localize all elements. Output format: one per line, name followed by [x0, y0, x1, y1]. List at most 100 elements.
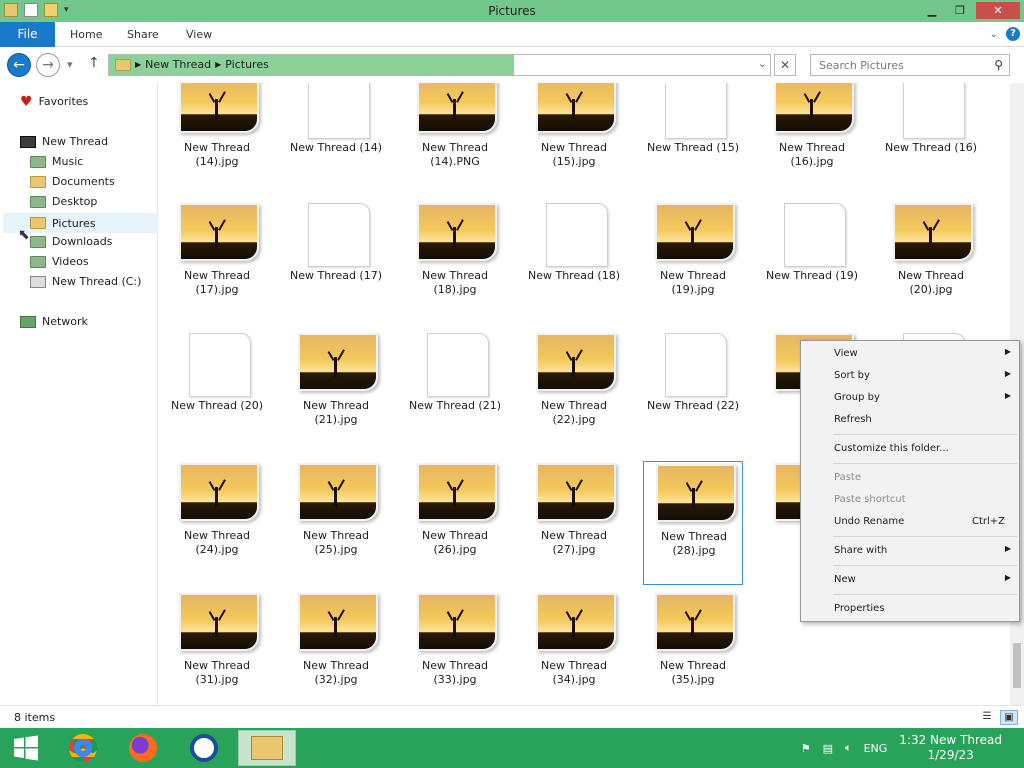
file-item[interactable]: New Thread (21).jpg [286, 331, 386, 455]
menu-item-new[interactable]: New ▶ [803, 569, 1017, 591]
file-item[interactable]: New Thread (34).jpg [524, 591, 624, 705]
firefox-taskbar-button[interactable] [117, 730, 169, 766]
file-explorer-taskbar-button[interactable] [238, 730, 296, 766]
start-button[interactable] [0, 730, 52, 766]
file-item[interactable]: New Thread (26).jpg [405, 461, 505, 585]
maximize-button[interactable]: ❐ [948, 2, 972, 19]
file-item[interactable]: New Thread (18).jpg [405, 201, 505, 325]
image-thumbnail [179, 593, 265, 657]
breadcrumb-new-thread[interactable]: New Thread [145, 58, 211, 71]
file-item[interactable]: New Thread (19).jpg [643, 201, 743, 325]
file-item[interactable]: New Thread (31).jpg [167, 591, 267, 705]
nav-desktop[interactable]: Desktop [30, 195, 97, 208]
search-icon[interactable]: ⚲ [994, 58, 1003, 72]
file-name-line1: New Thread [184, 529, 250, 542]
nav-this-pc[interactable]: New Thread [20, 135, 108, 148]
chrome-taskbar-button[interactable] [57, 730, 109, 766]
file-name: New Thread (17).jpg [159, 269, 277, 297]
menu-item-group-by[interactable]: Group by ▶ [803, 387, 1017, 409]
menu-item-paste-shortcut: Paste shortcut [803, 489, 1017, 511]
minimize-button[interactable]: ▁ [920, 2, 944, 19]
file-item[interactable]: New Thread (21) [405, 331, 505, 455]
menu-item-label: Sort by [834, 370, 870, 381]
image-thumbnail [179, 463, 265, 527]
tab-share[interactable]: Share [127, 28, 159, 41]
file-item[interactable]: New Thread (17).jpg [167, 201, 267, 325]
flag-icon[interactable]: ⚑ [801, 742, 811, 755]
file-tab[interactable]: File [0, 22, 55, 47]
image-thumbnail [417, 83, 503, 139]
recent-locations-icon[interactable]: ▾ [67, 58, 73, 71]
file-name-line1: New Thread [303, 529, 369, 542]
file-item[interactable]: New Thread (25).jpg [286, 461, 386, 585]
file-item[interactable]: New Thread (14).jpg [167, 83, 267, 197]
nav-documents[interactable]: Documents [30, 175, 115, 188]
network-status-icon[interactable]: ▤ [823, 742, 833, 755]
file-item[interactable]: New Thread (15) [643, 83, 743, 197]
close-icon[interactable]: ✕ [774, 54, 796, 76]
file-item[interactable]: New Thread (15).jpg [524, 83, 624, 197]
file-item[interactable]: New Thread (35).jpg [643, 591, 743, 705]
tab-home[interactable]: Home [70, 28, 102, 41]
file-name: New Thread (21).jpg [276, 399, 396, 427]
file-item[interactable]: New Thread (22) [643, 331, 743, 455]
image-thumbnail [536, 463, 622, 527]
file-item[interactable]: New Thread (14).PNG [405, 83, 505, 197]
address-bar[interactable]: ▶ New Thread ▶ Pictures ⌄ [108, 54, 771, 76]
nav-network[interactable]: Network [20, 315, 88, 328]
file-item[interactable]: New Thread (27).jpg [524, 461, 624, 585]
file-item[interactable]: New Thread (14) [286, 83, 386, 197]
file-item[interactable]: New Thread (16).jpg [762, 83, 862, 197]
file-name-line1: New Thread [422, 141, 488, 154]
nav-videos[interactable]: Videos [30, 255, 89, 268]
search-placeholder: Search Pictures [819, 59, 904, 72]
menu-item-undo-rename[interactable]: Undo Rename Ctrl+Z [803, 511, 1017, 533]
file-item[interactable]: New Thread (28).jpg [643, 461, 743, 585]
nav-drive-c[interactable]: New Thread (C:) [30, 275, 141, 288]
file-item[interactable]: New Thread (19) [762, 201, 862, 325]
clock-time: 1:32 New Thread [899, 733, 1002, 747]
back-button[interactable]: ← [7, 53, 31, 77]
volume-icon[interactable]: 🔈︎ [845, 741, 852, 755]
menu-item-refresh[interactable]: Refresh [803, 409, 1017, 431]
nav-favorites[interactable]: ♥ Favorites [20, 95, 88, 109]
menu-item-label: Share with [834, 545, 888, 556]
chevron-down-icon[interactable]: ⌄ [758, 57, 767, 70]
file-item[interactable]: New Thread (33).jpg [405, 591, 505, 705]
file-name-line1: New Thread [184, 659, 250, 672]
up-arrow-icon[interactable]: ↑ [88, 55, 100, 71]
expand-ribbon-icon[interactable]: ⌄ [990, 29, 998, 40]
nav-music[interactable]: Music [30, 155, 83, 168]
submenu-arrow-icon: ▶ [1004, 544, 1011, 553]
nav-downloads[interactable]: Downloads [30, 235, 112, 248]
tab-view[interactable]: View [186, 28, 212, 41]
details-view-icon[interactable]: ☰ [978, 710, 996, 725]
scrollbar-thumb[interactable] [1013, 643, 1021, 688]
image-thumbnail [417, 203, 503, 267]
menu-item-sort-by[interactable]: Sort by ▶ [803, 365, 1017, 387]
question-icon[interactable]: ? [1006, 27, 1020, 41]
app-taskbar-button[interactable] [178, 730, 230, 766]
large-icons-view-icon[interactable]: ▣ [1000, 710, 1018, 725]
menu-item-label: Properties [834, 603, 885, 614]
file-item[interactable]: New Thread (20) [167, 331, 267, 455]
image-thumbnail [536, 333, 622, 397]
forward-button[interactable]: → [36, 53, 60, 77]
breadcrumb-pictures[interactable]: Pictures [225, 58, 269, 71]
file-item[interactable]: New Thread (22).jpg [524, 331, 624, 455]
file-item[interactable]: New Thread (17) [286, 201, 386, 325]
close-button[interactable]: ✕ [976, 2, 1020, 19]
menu-item-customize-this-folder[interactable]: Customize this folder... [803, 438, 1017, 460]
file-item[interactable]: New Thread (16) [881, 83, 981, 197]
language-indicator[interactable]: ENG [864, 742, 888, 755]
file-item[interactable]: New Thread (24).jpg [167, 461, 267, 585]
menu-item-share-with[interactable]: Share with ▶ [803, 540, 1017, 562]
menu-item-view[interactable]: View ▶ [803, 343, 1017, 365]
file-item[interactable]: New Thread (18) [524, 201, 624, 325]
file-item[interactable]: New Thread (20).jpg [881, 201, 981, 325]
menu-item-properties[interactable]: Properties [803, 598, 1017, 620]
search-input[interactable]: Search Pictures ⚲ [810, 54, 1010, 76]
file-item[interactable]: New Thread (32).jpg [286, 591, 386, 705]
file-name: New Thread (19) [752, 269, 872, 283]
clock[interactable]: 1:32 New Thread 1/29/23 [899, 733, 1002, 763]
